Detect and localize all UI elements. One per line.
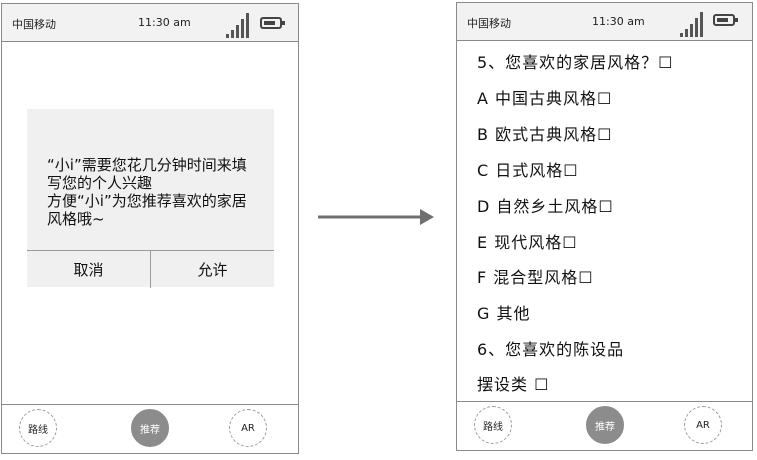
clock-label: 11:30 am xyxy=(138,16,191,29)
tab-ar[interactable]: AR xyxy=(229,409,267,447)
option-item[interactable]: F 混合型风格☐ xyxy=(477,264,594,288)
bottom-tab-bar: 路线 推荐 AR xyxy=(2,404,298,453)
question-title[interactable]: 5、您喜欢的家居风格？☐ xyxy=(477,49,674,73)
option-item[interactable]: C 日式风格☐ xyxy=(477,157,579,181)
dialog-actions: 取消 允许 xyxy=(27,250,274,288)
tab-route[interactable]: 路线 xyxy=(474,406,512,444)
allow-button[interactable]: 允许 xyxy=(150,251,274,288)
signal-icon xyxy=(222,12,252,38)
dialog-message-line: “小i”需要您花几分钟时间来填 xyxy=(47,156,247,174)
option-item[interactable]: D 自然乡土风格☐ xyxy=(477,193,614,217)
option-item[interactable]: A 中国古典风格☐ xyxy=(477,85,612,109)
phone-left: 中国移动 11:30 am “小i”需要您花几分钟时间来填 写您的个人兴趣 方便… xyxy=(1,3,299,454)
questionnaire-list: 5、您喜欢的家居风格？☐ A 中国古典风格☐ B 欧式古典风格☐ C 日式风格☐… xyxy=(457,41,752,402)
tab-ar[interactable]: AR xyxy=(684,406,722,444)
tab-recommend[interactable]: 推荐 xyxy=(131,409,169,447)
clock-label: 11:30 am xyxy=(592,15,645,28)
battery-icon xyxy=(260,17,285,29)
dialog-message-line: 写您的个人兴趣 xyxy=(47,174,153,192)
bottom-tab-bar: 路线 推荐 AR xyxy=(457,401,752,450)
dialog-message-line: 方便“小i”为您推荐喜欢的家居 xyxy=(47,192,247,210)
option-item[interactable]: B 欧式古典风格☐ xyxy=(477,121,612,145)
cancel-button[interactable]: 取消 xyxy=(27,251,150,288)
carrier-label: 中国移动 xyxy=(12,18,56,31)
tab-route[interactable]: 路线 xyxy=(19,409,57,447)
permission-dialog: “小i”需要您花几分钟时间来填 写您的个人兴趣 方便“小i”为您推荐喜欢的家居 … xyxy=(27,109,274,288)
status-bar: 中国移动 11:30 am xyxy=(457,3,752,41)
status-bar: 中国移动 11:30 am xyxy=(2,4,298,42)
dialog-message: “小i”需要您花几分钟时间来填 写您的个人兴趣 方便“小i”为您推荐喜欢的家居 … xyxy=(47,156,262,228)
dialog-message-line: 风格哦~ xyxy=(47,210,105,228)
carrier-label: 中国移动 xyxy=(467,17,511,30)
option-item[interactable]: E 现代风格☐ xyxy=(477,229,578,253)
battery-icon xyxy=(713,14,738,26)
right-arrow-icon xyxy=(318,209,434,225)
option-item[interactable]: G 其他 xyxy=(477,300,531,324)
tab-recommend[interactable]: 推荐 xyxy=(586,406,624,444)
phone-right: 中国移动 11:30 am 5、您喜欢的家居风格？☐ A 中国古典风格☐ B 欧… xyxy=(456,2,753,451)
option-item[interactable]: 摆设类 ☐ xyxy=(477,371,549,395)
signal-icon xyxy=(676,11,706,37)
question-title: 6、您喜欢的陈设品 xyxy=(477,340,625,359)
